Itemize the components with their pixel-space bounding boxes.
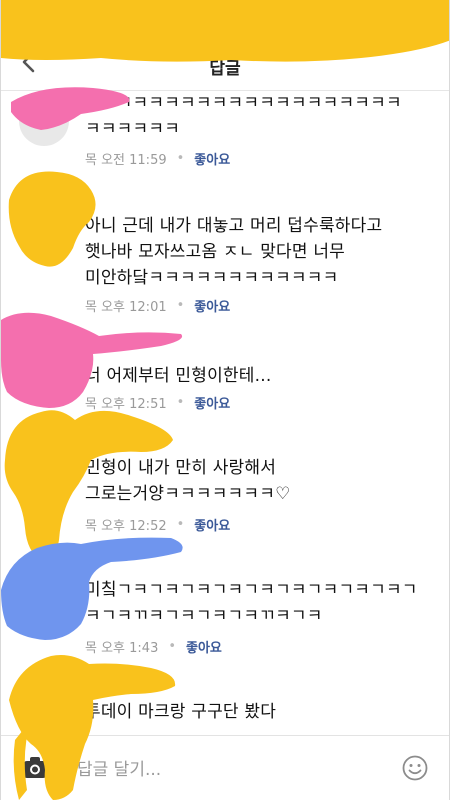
meta-separator: • xyxy=(176,298,185,313)
like-button[interactable]: 좋아요 xyxy=(194,296,230,315)
comment-time: 목 오후 12:52 xyxy=(85,519,167,534)
comment-text: 미칰ㄱㅋㄱㅋㄱㅋㄱㅋㄱㅋㄱㅋㄱㅋㄱㅋㄱㅋㄱ ㅋㄱㅋㄲㅋㄱㅋㄱㅋㄱㅋㄲㅋㄱㅋ xyxy=(85,580,418,626)
comment-item: 아니 근데 내가 대놓고 머리 덥수룩하다고 햇나바 모자쓰고옴 ㅈㄴ 맞다면 … xyxy=(1,188,449,318)
reply-bar xyxy=(1,735,449,800)
comment-text: 너 어제부터 민형이한테... xyxy=(85,366,272,386)
camera-icon xyxy=(23,757,47,778)
like-button[interactable]: 좋아요 xyxy=(194,515,230,534)
comment-text: 민형이 내가 만히 사랑해서 그로는거양ㅋㅋㅋㅋㅋㅋㅋ♡ xyxy=(85,458,291,504)
comment-meta: 목 오전 11:59 • 좋아요 xyxy=(85,149,230,168)
app-screen: 답글 ㅋㅋㅋㅋㅋㅋㅋㅋㅋㅋㅋㅋㅋㅋㅋㅋㅋㅋㅋㅋ ㅋㅋㅋㅋㅋㅋ 목 오전 11:5… xyxy=(0,0,450,800)
comment-meta: 목 오후 12:52 • 좋아요 xyxy=(85,515,230,534)
comment-time: 목 오후 1:43 xyxy=(85,641,159,656)
meta-separator: • xyxy=(168,639,177,654)
comment-text: 투데이 마크랑 구구단 봤다 xyxy=(85,702,277,722)
avatar[interactable] xyxy=(19,194,69,244)
comment-item: 미칰ㄱㅋㄱㅋㄱㅋㄱㅋㄱㅋㄱㅋㄱㅋㄱㅋㄱㅋㄱ ㅋㄱㅋㄲㅋㄱㅋㄱㅋㄱㅋㄲㅋㄱㅋ 목 … xyxy=(1,540,449,660)
meta-separator: • xyxy=(176,151,185,166)
comment-time: 목 오후 12:51 xyxy=(85,397,167,412)
avatar[interactable] xyxy=(19,340,69,390)
like-button[interactable]: 좋아요 xyxy=(194,149,230,168)
comment-meta: 목 오후 12:51 • 좋아요 xyxy=(85,393,230,412)
avatar[interactable] xyxy=(19,96,69,146)
header-bar: 답글 xyxy=(1,0,449,91)
camera-button[interactable] xyxy=(21,754,49,782)
comment-item: 너 어제부터 민형이한테... 목 오후 12:51 • 좋아요 xyxy=(1,318,449,418)
emoji-button[interactable] xyxy=(401,754,429,782)
comment-text: 아니 근데 내가 대놓고 머리 덥수룩하다고 햇나바 모자쓰고옴 ㅈㄴ 맞다면 … xyxy=(85,216,383,288)
meta-separator: • xyxy=(176,517,185,532)
comment-item: ㅋㅋㅋㅋㅋㅋㅋㅋㅋㅋㅋㅋㅋㅋㅋㅋㅋㅋㅋㅋ ㅋㅋㅋㅋㅋㅋ 목 오전 11:59 •… xyxy=(1,88,449,168)
comment-meta: 목 오후 12:01 • 좋아요 xyxy=(85,296,230,315)
avatar[interactable] xyxy=(19,440,69,490)
comment-time: 목 오전 11:59 xyxy=(85,153,167,168)
smiley-icon xyxy=(402,755,428,781)
meta-separator: • xyxy=(176,395,185,410)
comment-text: ㅋㅋㅋㅋㅋㅋㅋㅋㅋㅋㅋㅋㅋㅋㅋㅋㅋㅋㅋㅋ ㅋㅋㅋㅋㅋㅋ xyxy=(85,93,402,139)
comment-item: 투데이 마크랑 구구단 봤다 xyxy=(1,660,449,736)
comment-item: 민형이 내가 만히 사랑해서 그로는거양ㅋㅋㅋㅋㅋㅋㅋ♡ 목 오후 12:52 … xyxy=(1,420,449,540)
comment-meta: 목 오후 1:43 • 좋아요 xyxy=(85,637,222,656)
comment-time: 목 오후 12:01 xyxy=(85,300,167,315)
avatar[interactable] xyxy=(19,560,69,610)
like-button[interactable]: 좋아요 xyxy=(186,637,222,656)
like-button[interactable]: 좋아요 xyxy=(194,393,230,412)
page-title: 답글 xyxy=(209,59,241,79)
reply-input[interactable] xyxy=(75,754,379,786)
avatar[interactable] xyxy=(19,674,69,724)
